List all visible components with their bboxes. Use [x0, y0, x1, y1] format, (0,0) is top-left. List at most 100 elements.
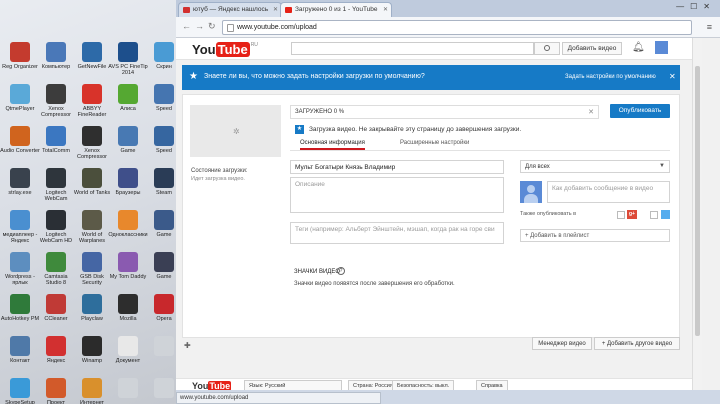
- title-field[interactable]: Мульт Богатыри Князь Владимир: [290, 160, 504, 174]
- desktop-icon[interactable]: медиаплеер - Яндекс: [0, 206, 40, 250]
- app-icon: [46, 42, 66, 62]
- desktop-icon[interactable]: Audio Converter: [0, 122, 40, 166]
- share-twitter-checkbox[interactable]: [650, 211, 658, 219]
- video-manager-button[interactable]: Менеджер видео: [532, 337, 592, 350]
- desktop-icon[interactable]: Logitech WebCam: [36, 164, 76, 208]
- desktop-icon[interactable]: Алиса: [108, 80, 148, 124]
- desktop-icon[interactable]: ABBYY FineReader: [72, 80, 112, 124]
- desktop-icon[interactable]: CCleaner: [36, 290, 76, 334]
- share-gplus-checkbox[interactable]: [617, 211, 625, 219]
- add-to-playlist-button[interactable]: + Добавить в плейлист: [520, 229, 670, 242]
- desktop-icon[interactable]: GetNewFile: [72, 38, 112, 82]
- desktop-icon-label: AutoHotkey PM: [0, 316, 40, 322]
- desktop-icon[interactable]: strlay.exe: [0, 164, 40, 208]
- desktop-icon[interactable]: QtmePlayer: [0, 80, 40, 124]
- close-icon[interactable]: ✕: [669, 72, 676, 81]
- desktop-icon[interactable]: Яндекс: [36, 332, 76, 376]
- menu-icon[interactable]: ≡: [707, 22, 712, 32]
- add-video-button[interactable]: Добавить видео: [562, 42, 622, 55]
- desktop-icon[interactable]: SkypeSetup: [0, 374, 40, 404]
- desktop-icon[interactable]: Браузеры: [108, 164, 148, 208]
- search-input[interactable]: [291, 42, 534, 55]
- tab-yandex[interactable]: ютуб — Яндекс нашлось ✕: [178, 2, 282, 17]
- address-bar[interactable]: www.youtube.com/upload: [222, 20, 692, 35]
- app-icon: [10, 252, 30, 272]
- desktop-icon[interactable]: World of Tanks: [72, 164, 112, 208]
- google-plus-icon: g+: [627, 210, 637, 219]
- description-field[interactable]: Описание: [290, 177, 504, 213]
- add-another-video-button[interactable]: + Добавить другое видео: [594, 337, 680, 350]
- cancel-upload-icon[interactable]: ✕: [588, 108, 594, 116]
- desktop-icon[interactable]: AutoHotkey PM: [0, 290, 40, 334]
- publish-button[interactable]: Опубликовать: [610, 104, 670, 118]
- desktop-icon[interactable]: Xenox Compressor: [72, 122, 112, 166]
- desktop-icon-label: Playclaw: [81, 316, 103, 322]
- reload-icon[interactable]: ↻: [208, 21, 216, 32]
- app-icon: [10, 336, 30, 356]
- country-button[interactable]: Страна: Россия: [348, 380, 398, 390]
- desktop-icon[interactable]: Reg Organizer: [0, 38, 40, 82]
- desktop-icon[interactable]: TotalComm: [36, 122, 76, 166]
- language-button[interactable]: Язык: Русский: [244, 380, 342, 390]
- desktop-icon-label: World of Tanks: [73, 190, 111, 196]
- banner-text: Знаете ли вы, что можно задать настройки…: [204, 73, 425, 80]
- search-button[interactable]: [534, 42, 560, 55]
- desktop-icon[interactable]: Game: [108, 122, 148, 166]
- tags-field[interactable]: Теги (например: Альберт Эйнштейн, мэшап,…: [290, 222, 504, 244]
- desktop-icon[interactable]: Xenox Compressor: [36, 80, 76, 124]
- close-icon[interactable]: ✕: [273, 6, 278, 13]
- info-banner: ★ Знаете ли вы, что можно задать настрой…: [182, 65, 680, 90]
- desktop-icon[interactable]: Интернет: [72, 374, 112, 404]
- scrollbar-thumb[interactable]: [695, 66, 700, 336]
- avatar[interactable]: [655, 41, 668, 54]
- tab-youtube-upload[interactable]: Загружено 0 из 1 - YouTube ✕: [280, 2, 392, 17]
- desktop-icon[interactable]: Компьютер: [36, 38, 76, 82]
- desktop-icon-label: AVS PC FineTip 2014: [108, 64, 148, 76]
- scrollbar[interactable]: [692, 38, 702, 390]
- forward-icon[interactable]: →: [195, 21, 204, 31]
- desktop-icon-label: QtmePlayer: [5, 106, 35, 112]
- tab-basic-info[interactable]: Основная информация: [300, 140, 365, 150]
- desktop-icon-label: Компьютер: [41, 64, 71, 70]
- footer-logo[interactable]: YouTube: [192, 381, 232, 390]
- desktop-icon[interactable]: Контакт: [0, 332, 40, 376]
- bell-icon[interactable]: 🔔︎: [632, 42, 645, 53]
- back-icon[interactable]: ←: [182, 21, 191, 31]
- tab-advanced-settings[interactable]: Расширенные настройки: [400, 140, 469, 146]
- desktop-icon[interactable]: Camtasia Studio 8: [36, 248, 76, 292]
- desktop-icon-label: Game: [120, 148, 136, 154]
- desktop-icon[interactable]: AVS PC FineTip 2014: [108, 38, 148, 82]
- app-icon: [154, 126, 174, 146]
- desktop-icon[interactable]: World of Warplanes: [72, 206, 112, 250]
- desktop-icon-label: Xenox Compressor: [41, 106, 71, 118]
- desktop-icon[interactable]: [108, 374, 148, 404]
- desktop-icon-label: Reg Organizer: [2, 64, 38, 70]
- window-controls[interactable]: —☐✕: [676, 2, 716, 11]
- help-button[interactable]: Справка: [476, 380, 508, 390]
- desktop-icon[interactable]: Logitech WebCam HD: [36, 206, 76, 250]
- safety-button[interactable]: Безопасность: выкл.: [392, 380, 455, 390]
- desktop-icon[interactable]: Проект: [36, 374, 76, 404]
- privacy-select[interactable]: Для всех ▼: [520, 160, 670, 173]
- logo-you: You: [192, 42, 216, 57]
- message-field[interactable]: Как добавить сообщение в видео: [547, 181, 670, 203]
- desktop-icon[interactable]: Playclaw: [72, 290, 112, 334]
- tab-title: ютуб — Яндекс нашлось: [193, 6, 269, 13]
- desktop-icon[interactable]: Wordpress - ярлык: [0, 248, 40, 292]
- desktop-icon[interactable]: Документ: [108, 332, 148, 376]
- close-icon[interactable]: ✕: [383, 6, 388, 13]
- help-icon[interactable]: ?: [337, 267, 345, 275]
- youtube-logo[interactable]: You Tube RU: [192, 42, 258, 57]
- share-label: Также опубликовать в: [520, 211, 577, 217]
- desktop-icon[interactable]: Mozilla: [108, 290, 148, 334]
- search-icon: [544, 45, 550, 51]
- desktop-icon[interactable]: GSB Disk Security: [72, 248, 112, 292]
- desktop-icon-label: World of Warplanes: [78, 232, 106, 244]
- description-placeholder: Описание: [295, 181, 325, 188]
- set-defaults-link[interactable]: Задать настройки по умолчанию: [565, 74, 656, 80]
- desktop-icon[interactable]: Одноклассники: [108, 206, 148, 250]
- plus-icon[interactable]: ✚: [184, 341, 191, 350]
- desktop-icon-label: My Tom Daddy: [109, 274, 147, 280]
- desktop-icon[interactable]: My Tom Daddy: [108, 248, 148, 292]
- desktop-icon[interactable]: Winamp: [72, 332, 112, 376]
